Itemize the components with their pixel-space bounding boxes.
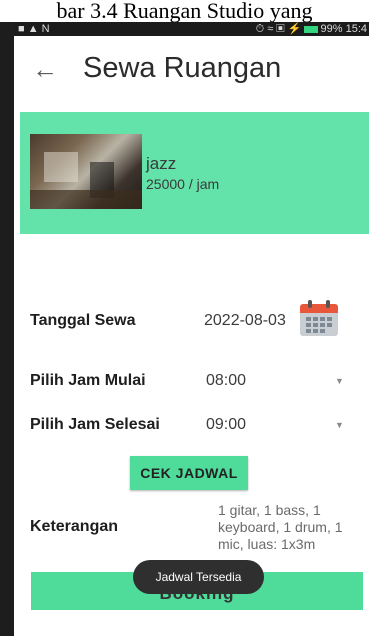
status-bar: ■ ▲ N ⏱ ≈ ▣ ⚡ 99% 15:4 <box>14 22 369 36</box>
toast-message: Jadwal Tersedia <box>133 560 264 594</box>
room-price: 25000 / jam <box>146 176 220 192</box>
page-title: Sewa Ruangan <box>83 52 282 84</box>
system-icons: ⏱ ≈ ▣ ⚡ <box>255 23 302 35</box>
status-right: ⏱ ≈ ▣ ⚡ 99% 15:4 <box>256 22 367 36</box>
room-card[interactable]: jazz 25000 / jam <box>20 112 369 234</box>
notes-text: 1 gitar, 1 bass, 1 keyboard, 1 drum, 1 m… <box>218 502 343 552</box>
phone-screen: ■ ▲ N ⏱ ≈ ▣ ⚡ 99% 15:4 ← Sewa Ruangan ja… <box>14 22 369 636</box>
calendar-icon[interactable] <box>300 300 338 336</box>
start-time-select[interactable]: 08:00 <box>206 372 246 390</box>
room-name: jazz <box>146 154 177 173</box>
app-bar: ← Sewa Ruangan <box>14 36 369 106</box>
notes-label: Keterangan <box>30 518 119 535</box>
figure-caption: bar 3.4 Ruangan Studio yang <box>0 0 369 22</box>
end-time-select[interactable]: 09:00 <box>206 416 246 434</box>
end-time-label: Pilih Jam Selesai <box>30 416 160 433</box>
battery-level: 99% <box>320 23 343 35</box>
start-time-label: Pilih Jam Mulai <box>30 372 146 389</box>
notification-icons: ■ ▲ N <box>18 23 50 35</box>
check-schedule-button[interactable]: CEK JADWAL <box>130 456 248 490</box>
chevron-down-icon[interactable]: ▼ <box>335 376 344 386</box>
date-label: Tanggal Sewa <box>30 312 136 329</box>
arrow-left-icon[interactable]: ← <box>32 56 58 82</box>
room-photo <box>30 134 142 209</box>
chevron-down-icon[interactable]: ▼ <box>335 420 344 430</box>
device-edge <box>0 22 14 636</box>
date-value[interactable]: 2022-08-03 <box>204 312 286 330</box>
clock: 15:4 <box>345 23 367 35</box>
battery-icon <box>304 25 319 33</box>
